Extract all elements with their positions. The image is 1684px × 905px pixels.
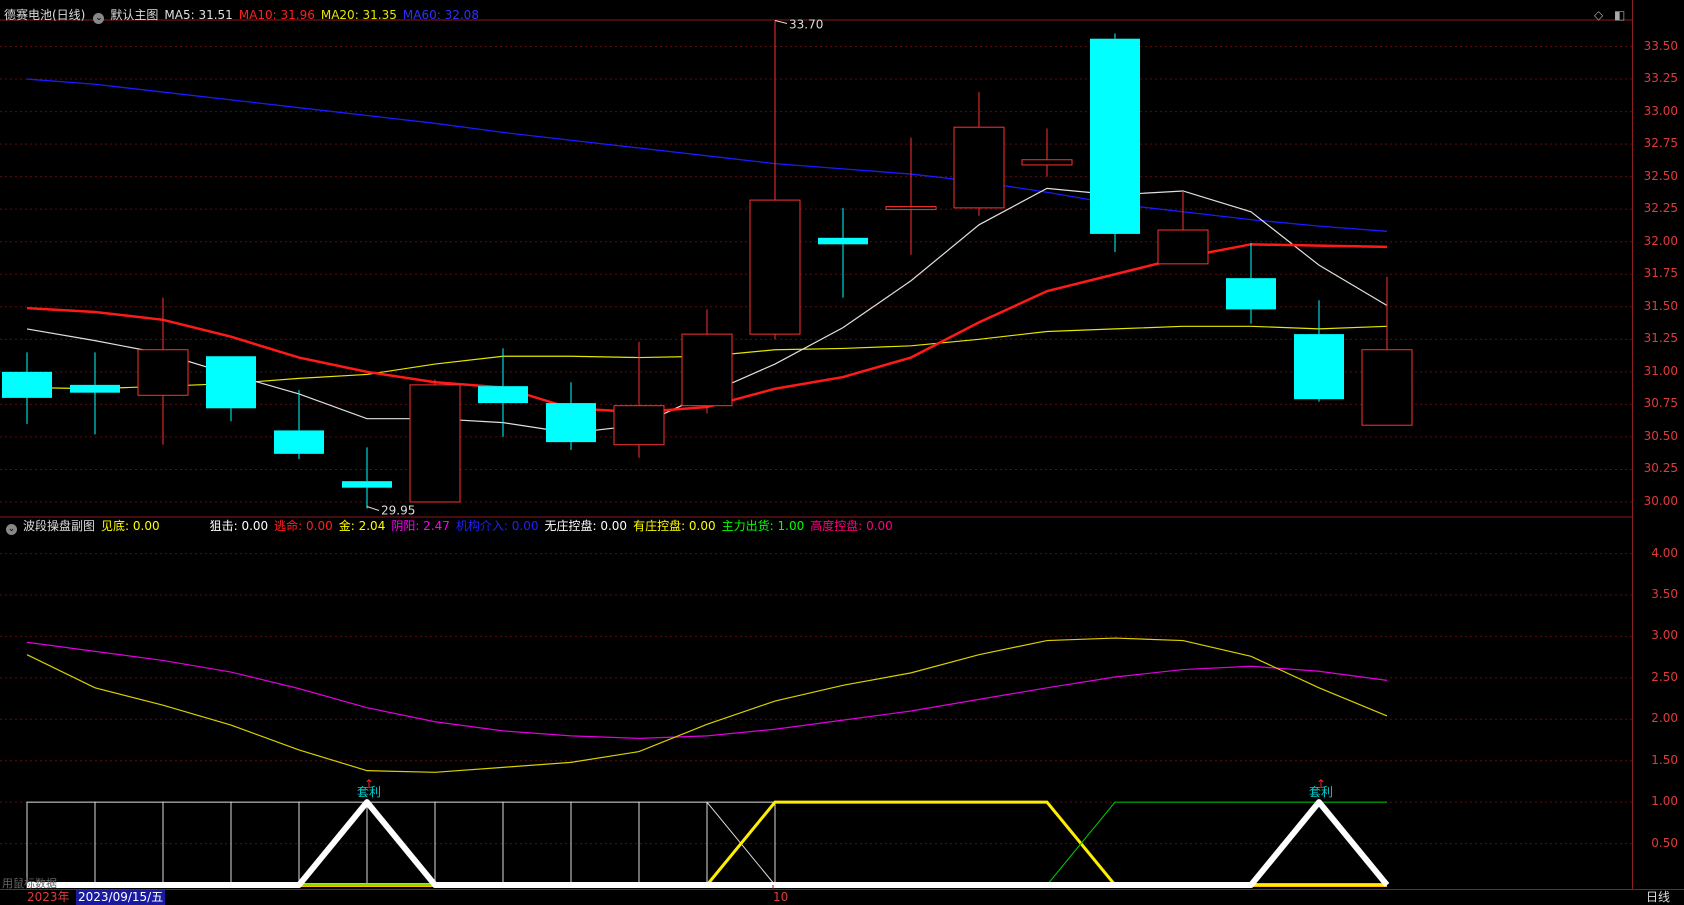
sub-axis-label: 2.50 bbox=[1651, 669, 1678, 684]
date-label: 2023/09/15/五 bbox=[76, 890, 166, 905]
candle-body-down bbox=[478, 386, 528, 404]
sub-axis-label: 4.00 bbox=[1651, 545, 1678, 560]
ma10-value: MA10: 31.96 bbox=[238, 8, 315, 22]
candle-body-up bbox=[1021, 159, 1073, 166]
candle-body-down bbox=[1090, 38, 1140, 234]
price-axis-label: 31.25 bbox=[1643, 331, 1678, 346]
candle-body-up bbox=[885, 206, 937, 211]
price-axis-label: 33.50 bbox=[1643, 38, 1678, 53]
sub-indicator-value: 阴阳: 2.47 bbox=[391, 519, 450, 533]
price-axis-label: 30.50 bbox=[1643, 428, 1678, 443]
candle-body-down bbox=[274, 430, 324, 454]
price-axis-label: 32.00 bbox=[1643, 233, 1678, 248]
price-axis-label: 30.00 bbox=[1643, 493, 1678, 508]
sub-indicator-value: 狙击: 0.00 bbox=[209, 519, 269, 533]
sub-axis-label: 3.00 bbox=[1651, 628, 1678, 643]
high-marker bbox=[774, 20, 788, 24]
candle-body-up bbox=[613, 405, 665, 446]
year-label: 2023年 bbox=[27, 890, 70, 904]
main-chart-header: 德赛电池(日线) ⌄ 默认主图 MA5: 31.51 MA10: 31.96 MA20: … bbox=[4, 6, 485, 24]
candle-body-up bbox=[749, 199, 801, 335]
candle-body-up bbox=[409, 384, 461, 503]
price-axis-label: 31.75 bbox=[1643, 266, 1678, 281]
sub-axis-label: 1.50 bbox=[1651, 752, 1678, 767]
candle-body-up bbox=[953, 126, 1005, 209]
arbitrage-label: 套利 bbox=[1309, 785, 1333, 799]
low-label: 29.95 bbox=[381, 503, 415, 517]
sub-indicator-value: 见底: 0.00 bbox=[101, 519, 160, 533]
candle-body-down bbox=[818, 237, 868, 245]
price-axis-label: 33.00 bbox=[1643, 103, 1678, 118]
sub-indicator-value: 金: 2.04 bbox=[338, 519, 386, 533]
panel-toggle-icon[interactable]: ◧ bbox=[1614, 8, 1625, 22]
sub-title[interactable]: 波段操盘副图 bbox=[23, 519, 95, 533]
candle-body-down bbox=[1294, 334, 1344, 400]
period-label[interactable]: 日线 bbox=[1646, 890, 1670, 905]
month-label: 10 bbox=[773, 890, 789, 904]
price-axis-label: 31.50 bbox=[1643, 298, 1678, 313]
candle-body-down bbox=[546, 403, 596, 443]
sub-indicator-value: 高度控盘: 0.00 bbox=[810, 519, 893, 533]
sub-axis-label: 1.00 bbox=[1651, 794, 1678, 809]
low-marker bbox=[366, 506, 380, 511]
price-axis: 33.50 33.25 33.00 32.75 32.50 32.25 32.00 31.75… bbox=[1632, 0, 1684, 905]
candle-body-down bbox=[206, 356, 256, 409]
bottom-date-bar: 用鼠标数据 2023年 2023/09/15/五 10 日线 bbox=[0, 877, 1684, 905]
sub-axis-label: 3.50 bbox=[1651, 587, 1678, 601]
candle-body-down bbox=[342, 481, 392, 488]
arbitrage-label: 套利 bbox=[357, 785, 381, 799]
candle-body-up bbox=[1157, 229, 1209, 265]
sub-indicator-value: 无庄控盘: 0.00 bbox=[544, 519, 628, 533]
sub-axis-label: 0.50 bbox=[1651, 835, 1678, 850]
sub-indicator-value: 有庄控盘: 0.00 bbox=[633, 519, 716, 533]
kline-chart[interactable]: 33.7029.95↑ ↑套利 套利 bbox=[0, 0, 1684, 905]
gold-line bbox=[26, 637, 1388, 773]
candle-body-up bbox=[1361, 349, 1413, 426]
price-axis-label: 32.25 bbox=[1643, 201, 1678, 216]
ma60-value: MA60: 32.08 bbox=[402, 8, 479, 22]
price-axis-label: 32.50 bbox=[1643, 168, 1678, 183]
stock-title[interactable]: 德赛电池(日线) bbox=[4, 8, 85, 22]
template-name[interactable]: 默认主图 bbox=[110, 8, 158, 22]
ma5-value: MA5: 31.51 bbox=[164, 8, 233, 22]
hint-text: 用鼠标数据 bbox=[2, 877, 57, 890]
candle-body-down bbox=[2, 371, 52, 398]
chevron-down-icon[interactable]: ⌄ bbox=[93, 13, 105, 24]
sub-indicator-value: 逃命: 0.00 bbox=[274, 519, 333, 533]
sub-indicator-value: 主力出货: 1.00 bbox=[721, 519, 805, 533]
price-axis-label: 30.75 bbox=[1643, 396, 1678, 411]
candle-body-up bbox=[137, 349, 189, 396]
price-axis-label: 32.75 bbox=[1643, 136, 1678, 151]
candle-body-up bbox=[681, 333, 733, 407]
high-label: 33.70 bbox=[789, 17, 823, 31]
candle-body-down bbox=[1226, 278, 1276, 310]
candle-body-down bbox=[70, 384, 120, 393]
diamond-icon[interactable]: ◇ bbox=[1594, 8, 1603, 22]
sub-indicator-value: 机构介入: 0.00 bbox=[455, 519, 539, 533]
ma20-value: MA20: 31.35 bbox=[320, 8, 397, 22]
sub-axis-label: 2.00 bbox=[1651, 711, 1678, 726]
price-axis-label: 31.00 bbox=[1643, 363, 1678, 378]
sub-chart-header: ⌄ 波段操盘副图 见底: 0.00 狙击: 0.00 逃命: 0.00 金: 2.04 阴阳… bbox=[4, 517, 905, 535]
chevron-down-icon[interactable]: ⌄ bbox=[6, 524, 17, 535]
price-axis-label: 33.25 bbox=[1643, 71, 1678, 86]
price-axis-label: 30.25 bbox=[1643, 461, 1678, 476]
